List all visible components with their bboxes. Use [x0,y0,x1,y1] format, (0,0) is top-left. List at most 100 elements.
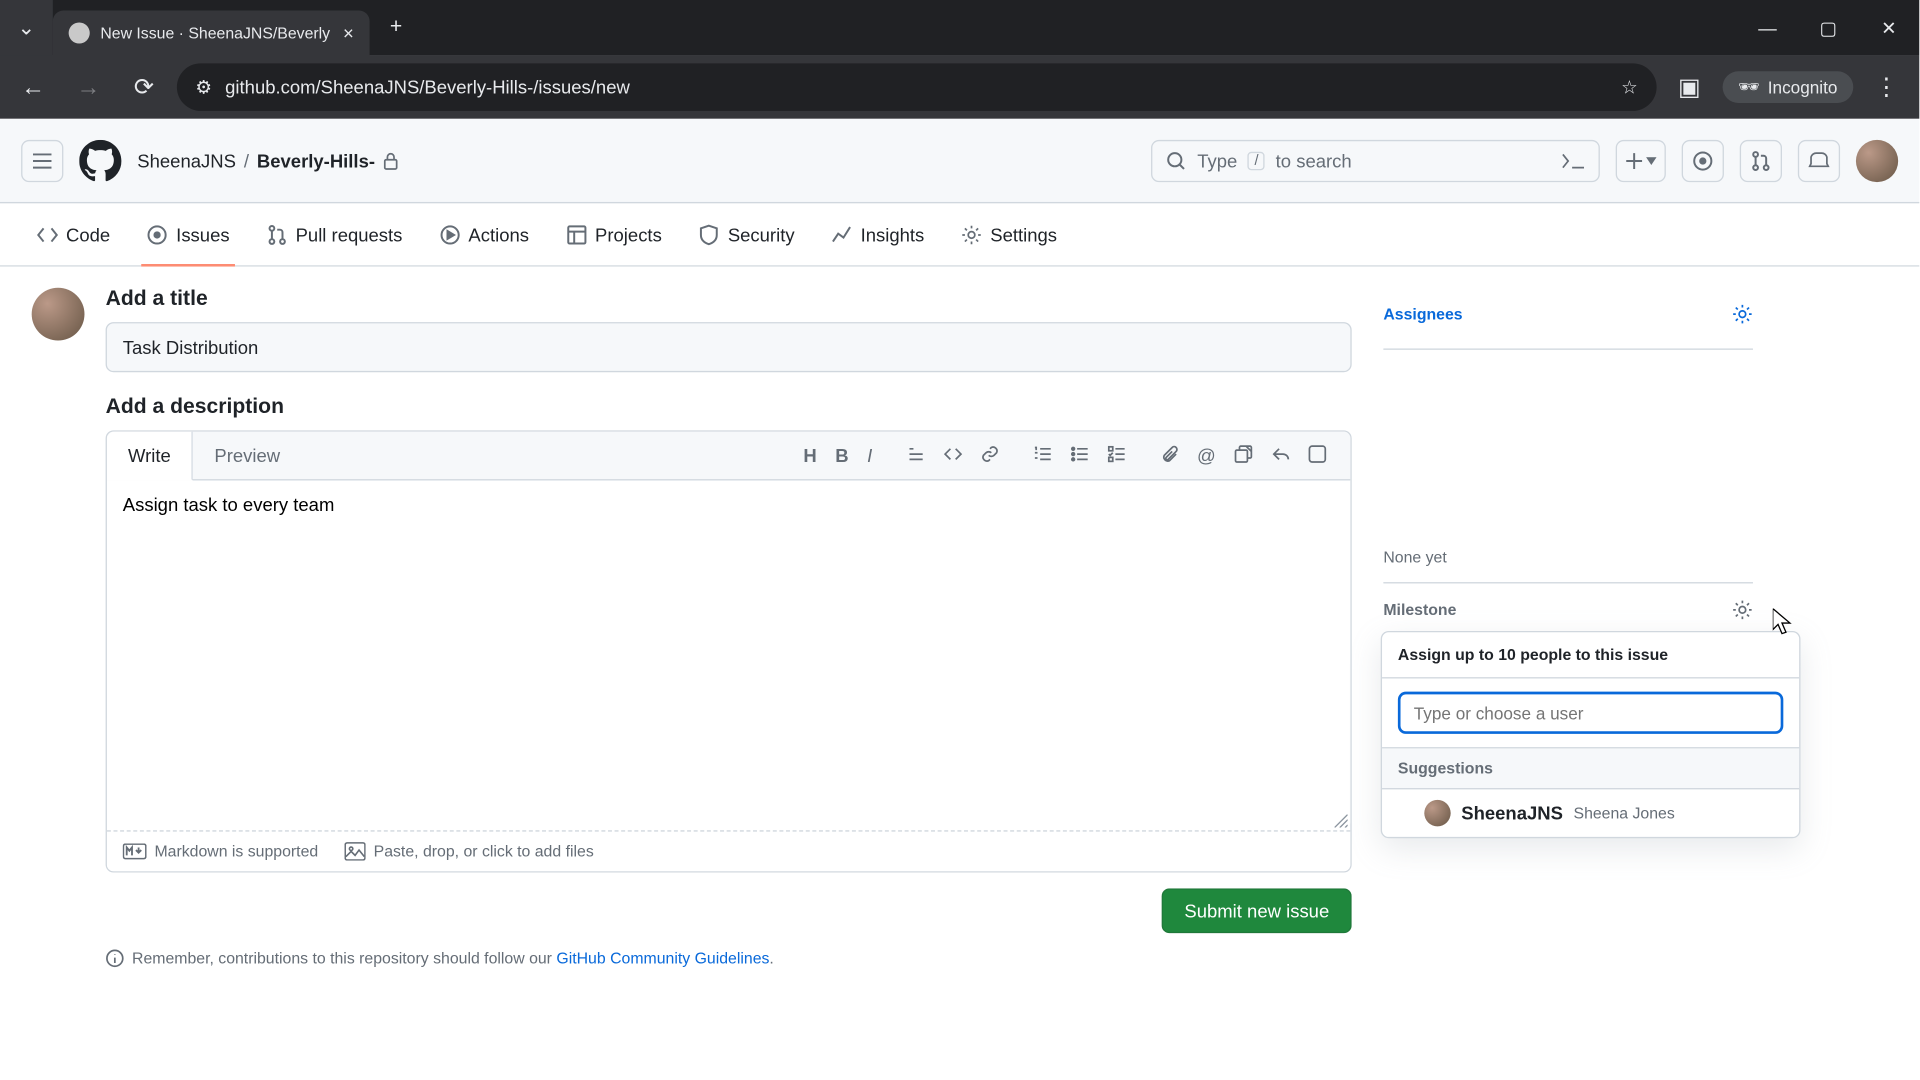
repo-nav: Code Issues Pull requests Actions Projec… [0,203,1919,266]
maximize-window-icon[interactable]: ▢ [1798,0,1859,55]
community-guidelines-link[interactable]: GitHub Community Guidelines [556,949,769,967]
breadcrumb: SheenaJNS / Beverly-Hills- [137,150,398,171]
assignee-search-input[interactable] [1398,692,1783,734]
site-settings-icon[interactable]: ⚙ [195,76,212,98]
mention-icon[interactable]: @ [1197,445,1216,466]
link-icon[interactable] [980,445,998,466]
gear-icon[interactable] [1732,599,1753,620]
saved-reply-icon[interactable] [1271,445,1289,466]
attach-icon[interactable] [1160,445,1178,466]
issue-sidebar: Assignees None yet Milestone No mileston… [1383,288,1753,968]
reload-button[interactable]: ⟳ [121,65,166,110]
incognito-badge[interactable]: 🕶 Incognito [1722,71,1853,103]
pr-icon [267,224,288,245]
hamburger-menu-button[interactable] [21,139,63,181]
url-text: github.com/SheenaJNS/Beverly-Hills-/issu… [225,77,630,98]
command-palette-icon[interactable] [1562,150,1586,171]
lock-icon [383,151,399,169]
incognito-label: Incognito [1768,77,1838,97]
suggestions-label: Suggestions [1382,748,1799,789]
pull-requests-tray-button[interactable] [1740,139,1782,181]
nav-security[interactable]: Security [683,203,810,266]
new-tab-button[interactable]: + [378,9,415,46]
bookmark-icon[interactable]: ☆ [1621,76,1638,98]
search-placeholder: Type [1197,150,1237,171]
title-label: Add a title [106,288,1352,312]
italic-icon[interactable]: I [867,445,872,466]
close-tab-icon[interactable]: × [343,22,354,43]
image-icon [345,842,366,860]
owner-link[interactable]: SheenaJNS [137,150,236,171]
slash-icon[interactable] [1308,445,1326,466]
code-icon[interactable] [944,445,962,466]
tab-search-dropdown-icon[interactable]: ⌄ [0,0,53,55]
github-logo-icon[interactable] [79,139,121,181]
repo-link[interactable]: Beverly-Hills- [257,150,375,171]
nav-issues[interactable]: Issues [131,203,245,266]
projects-none: None yet [1383,548,1753,584]
minimize-window-icon[interactable]: — [1737,0,1798,55]
tab-favicon-icon [69,22,90,43]
quote-icon[interactable] [907,445,925,466]
search-input[interactable]: Type / to search [1151,139,1600,181]
forward-button[interactable]: → [66,65,111,110]
browser-menu-icon[interactable]: ⋮ [1864,65,1909,110]
back-button[interactable]: ← [11,65,56,110]
incognito-icon: 🕶 [1738,77,1760,98]
browser-toolbar: ← → ⟳ ⚙ github.com/SheenaJNS/Beverly-Hil… [0,55,1919,118]
close-window-icon[interactable]: ✕ [1859,0,1920,55]
tab-title: New Issue · SheenaJNS/Beverly [100,24,330,42]
nav-pull-requests[interactable]: Pull requests [251,203,419,266]
assignee-suggestion[interactable]: SheenaJNS Sheena Jones [1382,789,1799,837]
milestone-header[interactable]: Milestone [1383,599,1753,620]
issues-icon [147,224,168,245]
nav-settings[interactable]: Settings [945,203,1073,266]
submit-issue-button[interactable]: Submit new issue [1162,888,1352,933]
info-icon [106,949,124,967]
suggestion-fullname: Sheena Jones [1574,804,1675,822]
markdown-icon [123,843,147,859]
browser-tab[interactable]: New Issue · SheenaJNS/Beverly × [53,11,370,56]
preview-tab[interactable]: Preview [193,432,301,480]
github-header: SheenaJNS / Beverly-Hills- Type / to sea… [0,119,1919,203]
address-bar[interactable]: ⚙ github.com/SheenaJNS/Beverly-Hills-/is… [177,63,1656,111]
create-new-button[interactable] [1616,139,1666,181]
nav-code[interactable]: Code [21,203,126,266]
page-content: Add a title Add a description Write Prev… [0,267,1919,968]
unordered-list-icon[interactable] [1070,445,1088,466]
settings-icon [961,224,982,245]
nav-projects[interactable]: Projects [550,203,677,266]
description-label: Add a description [106,396,1352,420]
assignees-popup: Assign up to 10 people to this issue Sug… [1381,631,1801,838]
security-icon [699,224,720,245]
task-list-icon[interactable] [1107,445,1125,466]
heading-icon[interactable]: H [803,445,816,466]
insights-icon [832,224,853,245]
attach-files-hint[interactable]: Paste, drop, or click to add files [345,842,594,860]
user-avatar[interactable] [1856,139,1898,181]
side-panel-icon[interactable]: ▣ [1667,65,1712,110]
issue-title-input[interactable] [106,322,1352,372]
nav-insights[interactable]: Insights [816,203,940,266]
bold-icon[interactable]: B [835,445,848,466]
description-editor: Write Preview H B I [106,430,1352,872]
write-tab[interactable]: Write [107,432,193,481]
search-icon [1166,150,1187,171]
assignees-header[interactable]: Assignees [1383,304,1753,325]
resize-handle-icon[interactable] [1335,814,1348,827]
suggestion-username: SheenaJNS [1461,803,1563,824]
author-avatar [32,288,85,341]
gear-icon[interactable] [1732,304,1753,325]
ordered-list-icon[interactable] [1033,445,1051,466]
cross-reference-icon[interactable] [1234,445,1252,466]
issue-body-textarea[interactable] [107,480,1350,823]
issues-tray-button[interactable] [1682,139,1724,181]
popup-header: Assign up to 10 people to this issue [1382,632,1799,678]
nav-actions[interactable]: Actions [424,203,545,266]
suggestion-avatar [1424,800,1450,826]
formatting-toolbar: H B I [780,445,1351,466]
code-icon [37,224,58,245]
notifications-button[interactable] [1798,139,1840,181]
markdown-supported-hint[interactable]: Markdown is supported [123,842,318,860]
search-placeholder-suffix: to search [1276,150,1352,171]
